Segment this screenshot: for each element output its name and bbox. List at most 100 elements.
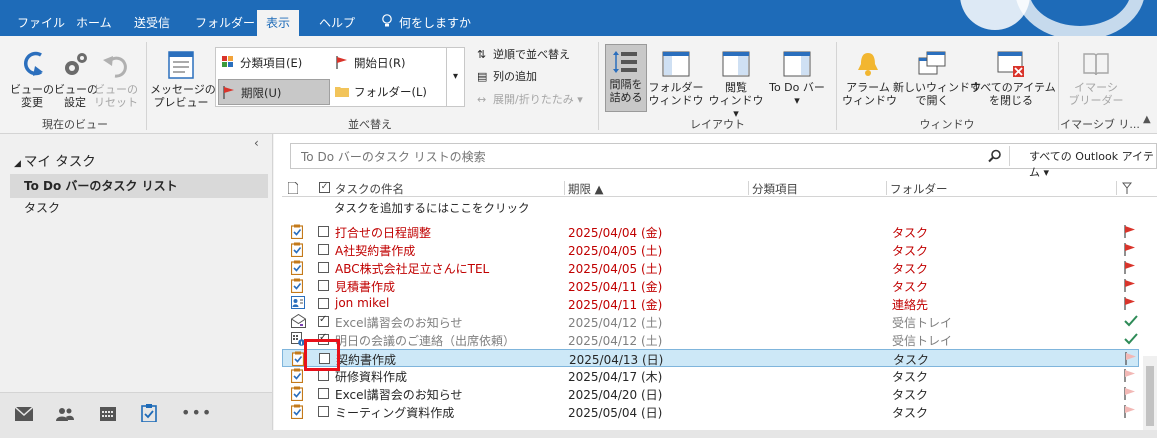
complete-check-icon[interactable]: [1124, 315, 1138, 330]
complete-checkbox[interactable]: [318, 314, 329, 327]
complete-check-icon[interactable]: [1124, 333, 1138, 348]
add-columns-button[interactable]: ▤ 列の追加: [475, 69, 537, 85]
close-all-items-button[interactable]: すべてのアイテム を閉じる: [970, 50, 1056, 107]
more-icon[interactable]: •••: [181, 403, 212, 422]
open-new-window-button[interactable]: 新しいウィンドウ で開く: [893, 50, 981, 107]
group-label-immersive: イマーシブ リ...: [1060, 118, 1140, 131]
group-label-layout: レイアウト: [690, 118, 745, 131]
reminders-window-button[interactable]: アラーム ウィンドウ: [842, 50, 897, 107]
folder-pane-button[interactable]: フォルダー ウィンドウ: [648, 50, 704, 107]
ribbon-collapse-icon[interactable]: ▲: [1143, 114, 1151, 125]
table-row[interactable]: 契約書作成 2025/04/13 (日) タスク: [282, 349, 1139, 367]
search-icon[interactable]: [988, 149, 1002, 163]
task-subject: 見積書作成: [335, 280, 396, 294]
message-preview-button[interactable]: メッセージの プレビュー: [150, 50, 216, 109]
search-scope-dropdown[interactable]: すべての Outlook アイテム ▾: [1029, 148, 1156, 180]
ribbon-separator: [1058, 42, 1059, 130]
new-window-icon: [918, 51, 946, 75]
reset-view-button[interactable]: ビューの リセット: [94, 50, 138, 109]
tab-view[interactable]: 表示: [257, 10, 300, 36]
column-divider: [748, 181, 749, 195]
reading-pane-button[interactable]: 閲覧 ウィンドウ ▾: [706, 50, 766, 120]
tab-home[interactable]: ホーム: [67, 10, 121, 36]
collapse-pane-icon[interactable]: ‹: [254, 136, 259, 150]
people-icon[interactable]: [56, 407, 74, 421]
nav-item-todo-list[interactable]: To Do バーのタスク リスト: [10, 174, 268, 198]
search-input[interactable]: [301, 148, 981, 165]
table-row[interactable]: Excel講習会のお知らせ 2025/04/12 (土) 受信トレイ: [282, 313, 1139, 331]
expand-collapse-button[interactable]: ↔ 展開/折りたたみ ▾: [475, 92, 583, 108]
immersive-reader-button[interactable]: イマーシ ブリーダー: [1064, 50, 1128, 107]
flag-icon[interactable]: [1124, 279, 1136, 295]
group-label-window: ウィンドウ: [919, 118, 975, 131]
mail-item-icon: [291, 313, 306, 331]
table-row[interactable]: ABC株式会社足立さんにTEL 2025/04/05 (土) タスク: [282, 259, 1139, 277]
item-type-column-icon[interactable]: [288, 182, 298, 194]
complete-checkbox[interactable]: [318, 370, 329, 381]
complete-checkbox[interactable]: [318, 406, 329, 417]
table-row[interactable]: 研修資料作成 2025/04/17 (木) タスク: [282, 367, 1139, 385]
complete-checkbox[interactable]: [318, 226, 329, 237]
arrange-by-categories[interactable]: 分類項目(E): [218, 50, 330, 76]
complete-checkbox[interactable]: [318, 280, 329, 291]
tell-me-box[interactable]: 何をしますか: [372, 10, 480, 36]
flag-column-icon[interactable]: [1122, 182, 1132, 194]
flag-icon[interactable]: [1125, 352, 1137, 368]
task-due-date: 2025/04/11 (金): [568, 280, 663, 294]
bell-icon: [858, 53, 878, 76]
complete-checkbox[interactable]: [318, 244, 329, 255]
flag-icon[interactable]: [1124, 243, 1136, 259]
complete-checkbox[interactable]: [318, 262, 329, 273]
table-row[interactable]: jon mikel 2025/04/11 (金) 連絡先: [282, 295, 1139, 313]
folder-pane-icon: [662, 51, 690, 77]
flag-icon[interactable]: [1124, 387, 1136, 403]
arrange-by-folder[interactable]: フォルダー(L): [332, 79, 444, 105]
table-row[interactable]: 明日の会議のご連絡（出席依頼） 2025/04/12 (土) 受信トレイ: [282, 331, 1139, 349]
add-task-row[interactable]: タスクを追加するにはここをクリック: [334, 200, 530, 216]
compact-spacing-button[interactable]: 間隔を 詰める: [605, 44, 647, 112]
gallery-more-button[interactable]: ▾: [446, 48, 464, 106]
todo-bar-button[interactable]: To Do バー ▾: [766, 50, 828, 107]
mail-icon[interactable]: [15, 407, 33, 421]
contact-item-icon: [291, 296, 305, 312]
change-view-button[interactable]: ビューの 変更: [8, 50, 56, 109]
flag-icon[interactable]: [1124, 297, 1136, 313]
arrange-by-due-date[interactable]: 期限(U): [218, 79, 330, 105]
table-row[interactable]: Excel講習会のお知らせ 2025/04/20 (日) タスク: [282, 385, 1139, 403]
flag-icon: [223, 86, 234, 99]
tab-send-receive[interactable]: 送受信: [125, 10, 179, 36]
table-row[interactable]: 見積書作成 2025/04/11 (金) タスク: [282, 277, 1139, 295]
column-category[interactable]: 分類項目: [752, 181, 798, 197]
tab-folder[interactable]: フォルダー: [186, 10, 264, 36]
scrollbar[interactable]: [1143, 356, 1157, 438]
search-divider: [1009, 146, 1010, 166]
tab-file[interactable]: ファイル: [8, 10, 74, 36]
task-item-icon: [290, 386, 304, 404]
flag-icon[interactable]: [1124, 405, 1136, 421]
table-row[interactable]: ミーティング資料作成 2025/05/04 (日) タスク: [282, 403, 1139, 421]
flag-icon[interactable]: [1124, 225, 1136, 241]
my-tasks-header[interactable]: ◢ マイ タスク: [14, 150, 96, 170]
complete-checkbox[interactable]: [318, 298, 329, 309]
task-folder: タスク: [892, 388, 929, 402]
arrange-by-start-date[interactable]: 開始日(R): [332, 50, 444, 76]
categories-icon: [222, 56, 233, 67]
nav-item-tasks[interactable]: タスク: [10, 196, 268, 220]
task-item-icon: [290, 368, 304, 386]
tab-help[interactable]: ヘルプ: [310, 10, 364, 36]
column-subject[interactable]: タスクの件名: [335, 181, 404, 197]
table-row[interactable]: A社契約書作成 2025/04/05 (土) タスク: [282, 241, 1139, 259]
flag-icon[interactable]: [1124, 369, 1136, 385]
task-subject: 研修資料作成: [335, 370, 408, 384]
column-due-date[interactable]: 期限 ▲: [568, 181, 604, 197]
complete-column-checkbox[interactable]: ✓: [319, 182, 330, 193]
table-row[interactable]: 打合せの日程調整 2025/04/04 (金) タスク: [282, 223, 1139, 241]
complete-checkbox[interactable]: [318, 388, 329, 399]
calendar-icon[interactable]: [100, 407, 116, 421]
folder-pane: ‹ ◢ マイ タスク To Do バーのタスク リスト タスク •••: [0, 134, 273, 438]
flag-icon[interactable]: [1124, 261, 1136, 277]
view-settings-button[interactable]: ビューの 設定: [54, 50, 98, 109]
reverse-sort-button[interactable]: ⇅ 逆順で並べ替え: [475, 47, 570, 63]
column-folder[interactable]: フォルダー: [890, 181, 948, 197]
tasks-module-icon[interactable]: [141, 404, 157, 422]
